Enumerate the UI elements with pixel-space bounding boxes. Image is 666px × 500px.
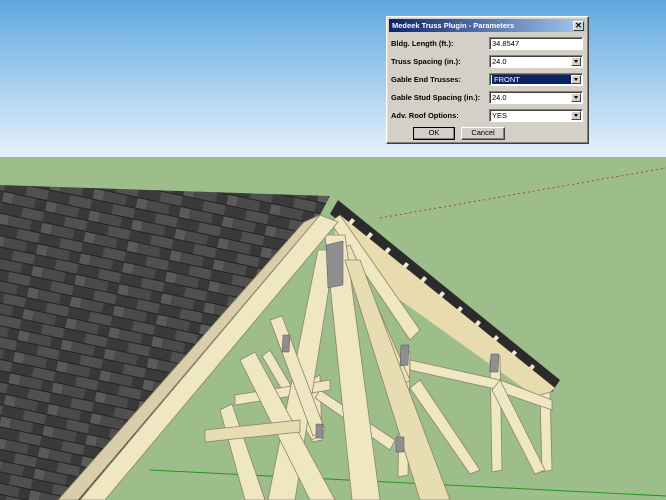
cancel-button[interactable]: Cancel: [461, 127, 505, 140]
dialog-title: Medeek Truss Plugin - Parameters: [392, 21, 515, 30]
gable-stud-spacing-label: Gable Stud Spacing (in.):: [391, 92, 481, 102]
row-gable-end-trusses: Gable End Trusses: FRONT: [391, 72, 586, 86]
gable-stud-spacing-value: 24.0: [492, 92, 507, 102]
chevron-down-icon[interactable]: [571, 56, 581, 66]
close-icon[interactable]: ✕: [573, 20, 584, 31]
adv-roof-options-select[interactable]: YES: [489, 108, 583, 122]
row-truss-spacing: Truss Spacing (in.): 24.0: [391, 54, 586, 68]
gable-stud-spacing-select[interactable]: 24.0: [489, 90, 583, 104]
chevron-down-icon[interactable]: [571, 110, 581, 120]
truss-parameters-dialog: Medeek Truss Plugin - Parameters ✕ Bldg.…: [386, 16, 589, 144]
gable-end-trusses-select[interactable]: FRONT: [489, 72, 583, 86]
truss-spacing-select[interactable]: 24.0: [489, 54, 583, 68]
chevron-down-icon[interactable]: [571, 74, 581, 84]
row-adv-roof-options: Adv. Roof Options: YES: [391, 108, 586, 122]
dialog-titlebar[interactable]: Medeek Truss Plugin - Parameters ✕: [389, 19, 586, 32]
row-gable-stud-spacing: Gable Stud Spacing (in.): 24.0: [391, 90, 586, 104]
bldg-length-input[interactable]: 34.8547: [489, 36, 583, 50]
truss-spacing-value: 24.0: [492, 56, 507, 66]
adv-roof-options-label: Adv. Roof Options:: [391, 110, 459, 120]
gable-end-trusses-label: Gable End Trusses:: [391, 74, 462, 84]
bldg-length-label: Bldg. Length (ft.):: [391, 38, 454, 48]
adv-roof-options-value: YES: [492, 110, 508, 120]
chevron-down-icon[interactable]: [571, 92, 581, 102]
bldg-length-value: 34.8547: [492, 38, 520, 48]
row-bldg-length: Bldg. Length (ft.): 34.8547: [391, 36, 586, 50]
ok-button[interactable]: OK: [413, 127, 455, 140]
gable-end-trusses-value: FRONT: [492, 74, 572, 84]
truss-spacing-label: Truss Spacing (in.):: [391, 56, 461, 66]
